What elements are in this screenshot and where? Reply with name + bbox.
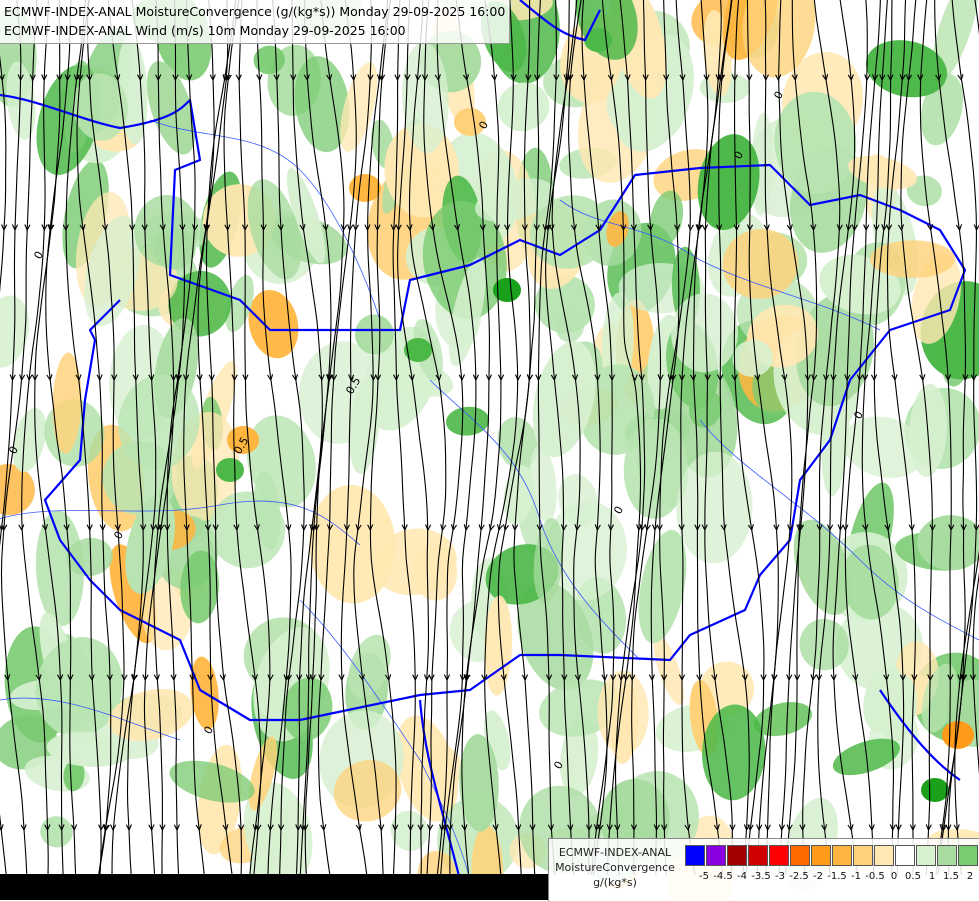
legend-parameter-name: MoistureConvergence (555, 861, 675, 874)
map-title-box: ECMWF-INDEX-ANAL MoistureConvergence (g/… (0, 0, 511, 44)
legend-tick: -0.5 (865, 871, 885, 882)
legend-swatch (811, 845, 831, 866)
convergence-area (670, 293, 739, 373)
legend-swatch (727, 845, 747, 866)
legend-swatch (748, 845, 768, 866)
legend-swatch (853, 845, 873, 866)
legend-tick: -3 (775, 871, 785, 882)
legend-tick: -5 (699, 871, 709, 882)
legend-swatch (769, 845, 789, 866)
title-moisture-convergence: ECMWF-INDEX-ANAL MoistureConvergence (g/… (4, 4, 506, 19)
legend-tick-labels: -5 -4.5 -4 -3.5 -3 -2.5 -2 -1.5 -1 -0.5 0 0.5 1 1.5 2 (685, 871, 975, 887)
strong-convergence-spot (921, 778, 949, 802)
legend-swatch (874, 845, 894, 866)
legend-swatch (937, 845, 957, 866)
legend-swatch (895, 845, 915, 866)
legend-tick: -4.5 (713, 871, 733, 882)
legend-text: ECMWF-INDEX-ANAL MoistureConvergence g/(… (551, 845, 679, 890)
strong-convergence-spot (216, 458, 244, 482)
legend-tick: -4 (737, 871, 747, 882)
legend-tick: -2 (813, 871, 823, 882)
legend-tick: 1.5 (943, 871, 959, 882)
weather-map: 00000000.50.5000 (0, 0, 979, 900)
legend-tick: -1.5 (827, 871, 847, 882)
bottom-black-strip (0, 874, 548, 900)
legend-model-name: ECMWF-INDEX-ANAL (558, 846, 672, 859)
legend-tick: 0 (890, 871, 898, 882)
legend-tick: 2 (966, 871, 974, 882)
legend-tick: 0.5 (905, 871, 921, 882)
legend-swatch (706, 845, 726, 866)
legend-swatch (685, 845, 705, 866)
color-legend: ECMWF-INDEX-ANAL MoistureConvergence g/(… (548, 838, 979, 901)
legend-unit: g/(kg*s) (593, 876, 637, 889)
legend-tick: -2.5 (789, 871, 809, 882)
legend-swatch (958, 845, 978, 866)
legend-tick: -3.5 (751, 871, 771, 882)
legend-swatch (916, 845, 936, 866)
legend-tick: 1 (928, 871, 936, 882)
legend-swatch (790, 845, 810, 866)
divergence-area (869, 240, 956, 278)
strong-convergence-spot (404, 338, 432, 362)
legend-tick: -1 (851, 871, 861, 882)
title-wind: ECMWF-INDEX-ANAL Wind (m/s) 10m Monday 2… (4, 23, 406, 38)
legend-swatches (685, 845, 979, 866)
legend-swatch (832, 845, 852, 866)
